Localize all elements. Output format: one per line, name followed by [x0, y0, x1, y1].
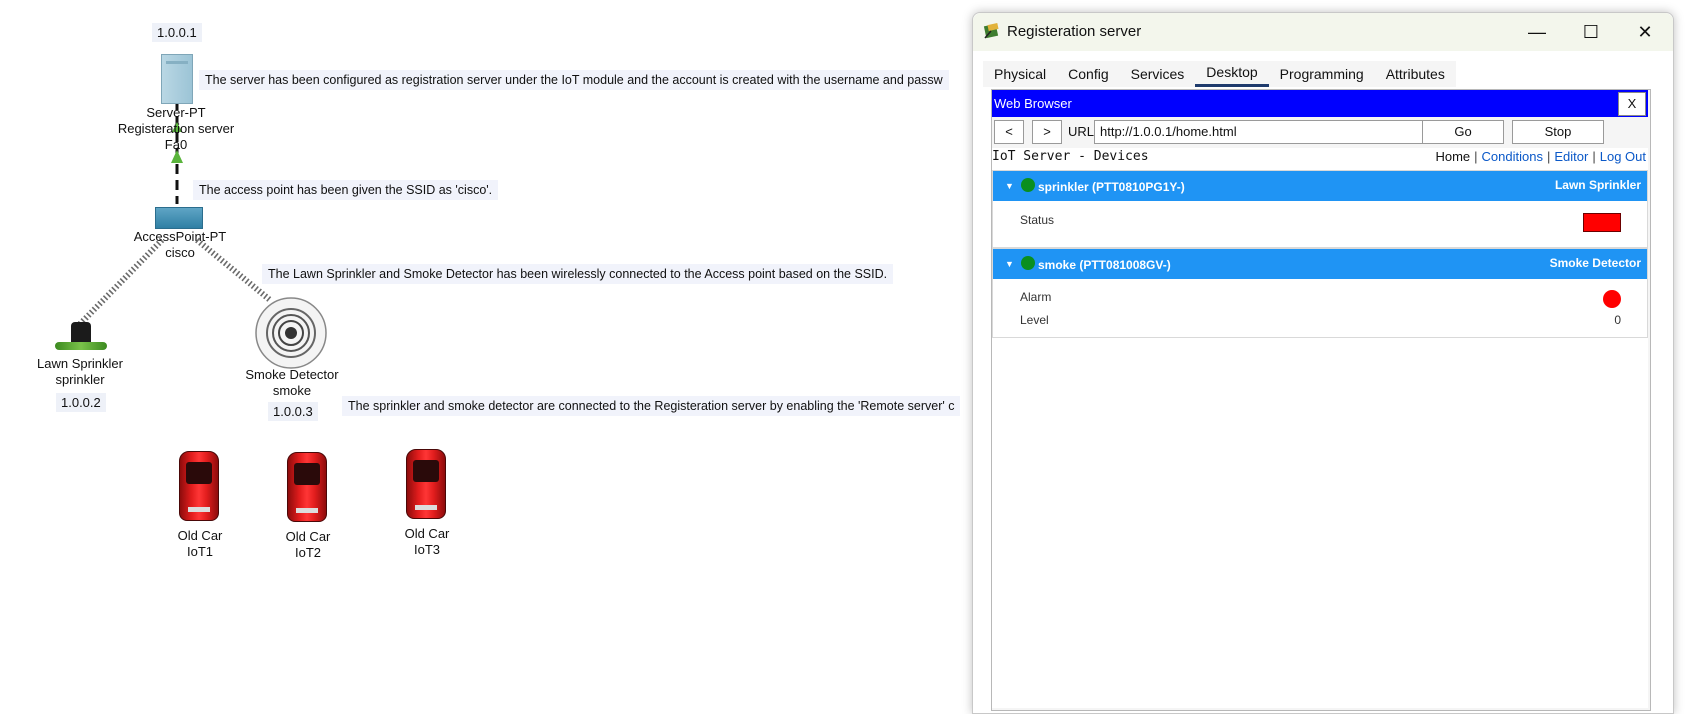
car-type: Old Car: [285, 529, 331, 544]
car-name: IoT3: [413, 542, 440, 557]
smoke-type: Smoke Detector: [245, 367, 339, 382]
registration-server-window: Registeration server — ☐ ✕ Physical Conf…: [972, 12, 1674, 714]
car-label-iot1[interactable]: Old Car IoT1: [150, 528, 250, 560]
nav-separator: |: [1592, 149, 1596, 164]
alarm-label: Alarm: [1020, 290, 1052, 304]
server-icon[interactable]: [161, 54, 193, 104]
page-nav: Home | Conditions | Editor | Log Out: [1435, 149, 1646, 164]
status-label: Status: [1020, 213, 1055, 227]
url-label: URL: [1068, 124, 1095, 139]
tab-attributes[interactable]: Attributes: [1375, 61, 1456, 87]
sprinkler-ip-label: 1.0.0.2: [56, 393, 106, 412]
server-label[interactable]: Server-PT Registeration server Fa0: [116, 105, 236, 153]
device-name: sprinkler (PTT0810PG1Y-): [1038, 180, 1185, 194]
smoke-ip-label: 1.0.0.3: [268, 402, 318, 421]
tab-config[interactable]: Config: [1057, 61, 1119, 87]
topology-connections: [77, 100, 272, 327]
car-icon-iot3[interactable]: [406, 449, 446, 519]
device-card-sprinkler: ▼ sprinkler (PTT0810PG1Y-) Lawn Sprinkle…: [992, 170, 1648, 248]
level-label: Level: [1020, 313, 1049, 327]
car-icon-iot2[interactable]: [287, 452, 327, 522]
url-input[interactable]: http://1.0.0.1/home.html: [1094, 120, 1424, 144]
car-name: IoT1: [186, 544, 213, 559]
note-access-point[interactable]: The access point has been given the SSID…: [193, 180, 499, 200]
car-type: Old Car: [404, 526, 450, 541]
smoke-detector-icon[interactable]: [254, 296, 328, 370]
forward-button[interactable]: >: [1032, 120, 1062, 144]
nav-separator: |: [1474, 149, 1478, 164]
web-browser-titlebar: Web Browser X: [992, 90, 1648, 117]
tab-services[interactable]: Services: [1120, 61, 1196, 87]
car-type: Old Car: [177, 528, 223, 543]
stop-button[interactable]: Stop: [1512, 120, 1604, 144]
level-value: 0: [1614, 313, 1621, 327]
car-icon-iot1[interactable]: [179, 451, 219, 521]
window-titlebar[interactable]: Registeration server — ☐ ✕: [973, 13, 1673, 51]
page-title: IoT Server - Devices: [992, 149, 1149, 164]
caret-down-icon[interactable]: ▼: [1005, 181, 1014, 191]
sprinkler-icon[interactable]: [55, 322, 107, 352]
sprinkler-name: sprinkler: [55, 372, 105, 387]
ap-type: AccessPoint-PT: [133, 229, 227, 244]
maximize-button[interactable]: ☐: [1569, 19, 1613, 45]
caret-down-icon[interactable]: ▼: [1005, 259, 1014, 269]
back-button[interactable]: <: [994, 120, 1024, 144]
iot-server-page: IoT Server - Devices Home | Conditions | Edi…: [992, 148, 1648, 708]
nav-editor[interactable]: Editor: [1554, 149, 1588, 164]
sprinkler-type: Lawn Sprinkler: [37, 356, 123, 371]
online-status-icon: [1021, 256, 1035, 270]
note-wireless[interactable]: The Lawn Sprinkler and Smoke Detector ha…: [262, 264, 894, 284]
online-status-icon: [1021, 178, 1035, 192]
nav-home[interactable]: Home: [1435, 149, 1470, 164]
car-name: IoT2: [294, 545, 321, 560]
device-header-smoke[interactable]: ▼ smoke (PTT081008GV-) Smoke Detector: [993, 249, 1647, 279]
device-name: smoke (PTT081008GV-): [1038, 258, 1171, 272]
desktop-content: Web Browser X < > URL http://1.0.0.1/hom…: [991, 89, 1651, 711]
smoke-label[interactable]: Smoke Detector smoke: [232, 367, 352, 399]
go-button[interactable]: Go: [1422, 120, 1504, 144]
smoke-name: smoke: [272, 383, 312, 398]
minimize-button[interactable]: —: [1515, 19, 1559, 45]
server-name: Registeration server: [117, 121, 235, 136]
car-label-iot2[interactable]: Old Car IoT2: [258, 529, 358, 561]
note-server[interactable]: The server has been configured as regist…: [199, 70, 949, 90]
device-type: Smoke Detector: [1549, 256, 1641, 270]
access-point-icon[interactable]: [155, 207, 203, 229]
web-browser-title: Web Browser: [994, 96, 1072, 111]
device-header-sprinkler[interactable]: ▼ sprinkler (PTT0810PG1Y-) Lawn Sprinkle…: [993, 171, 1647, 201]
tab-desktop[interactable]: Desktop: [1195, 61, 1269, 87]
ap-name: cisco: [165, 245, 195, 260]
close-button[interactable]: ✕: [1623, 19, 1667, 45]
window-title: Registeration server: [1007, 23, 1142, 40]
device-type: Lawn Sprinkler: [1554, 178, 1641, 192]
nav-logout[interactable]: Log Out: [1600, 149, 1646, 164]
car-label-iot3[interactable]: Old Car IoT3: [377, 526, 477, 558]
nav-conditions[interactable]: Conditions: [1482, 149, 1543, 164]
status-indicator-icon: [1583, 213, 1621, 232]
server-ip-label: 1.0.0.1: [152, 23, 202, 42]
web-browser-close-button[interactable]: X: [1618, 92, 1646, 116]
tab-physical[interactable]: Physical: [983, 61, 1057, 87]
server-port: Fa0: [164, 137, 188, 152]
config-tabs: Physical Config Services Desktop Program…: [983, 61, 1456, 87]
nav-separator: |: [1546, 149, 1551, 164]
note-remote-server[interactable]: The sprinkler and smoke detector are con…: [342, 396, 961, 416]
access-point-label[interactable]: AccessPoint-PT cisco: [115, 229, 245, 261]
device-card-smoke: ▼ smoke (PTT081008GV-) Smoke Detector Al…: [992, 248, 1648, 338]
server-type: Server-PT: [146, 105, 206, 120]
sprinkler-label[interactable]: Lawn Sprinkler sprinkler: [20, 356, 140, 388]
packet-tracer-icon: [983, 23, 999, 39]
tab-programming[interactable]: Programming: [1269, 61, 1375, 87]
alarm-indicator-icon: [1603, 290, 1621, 308]
